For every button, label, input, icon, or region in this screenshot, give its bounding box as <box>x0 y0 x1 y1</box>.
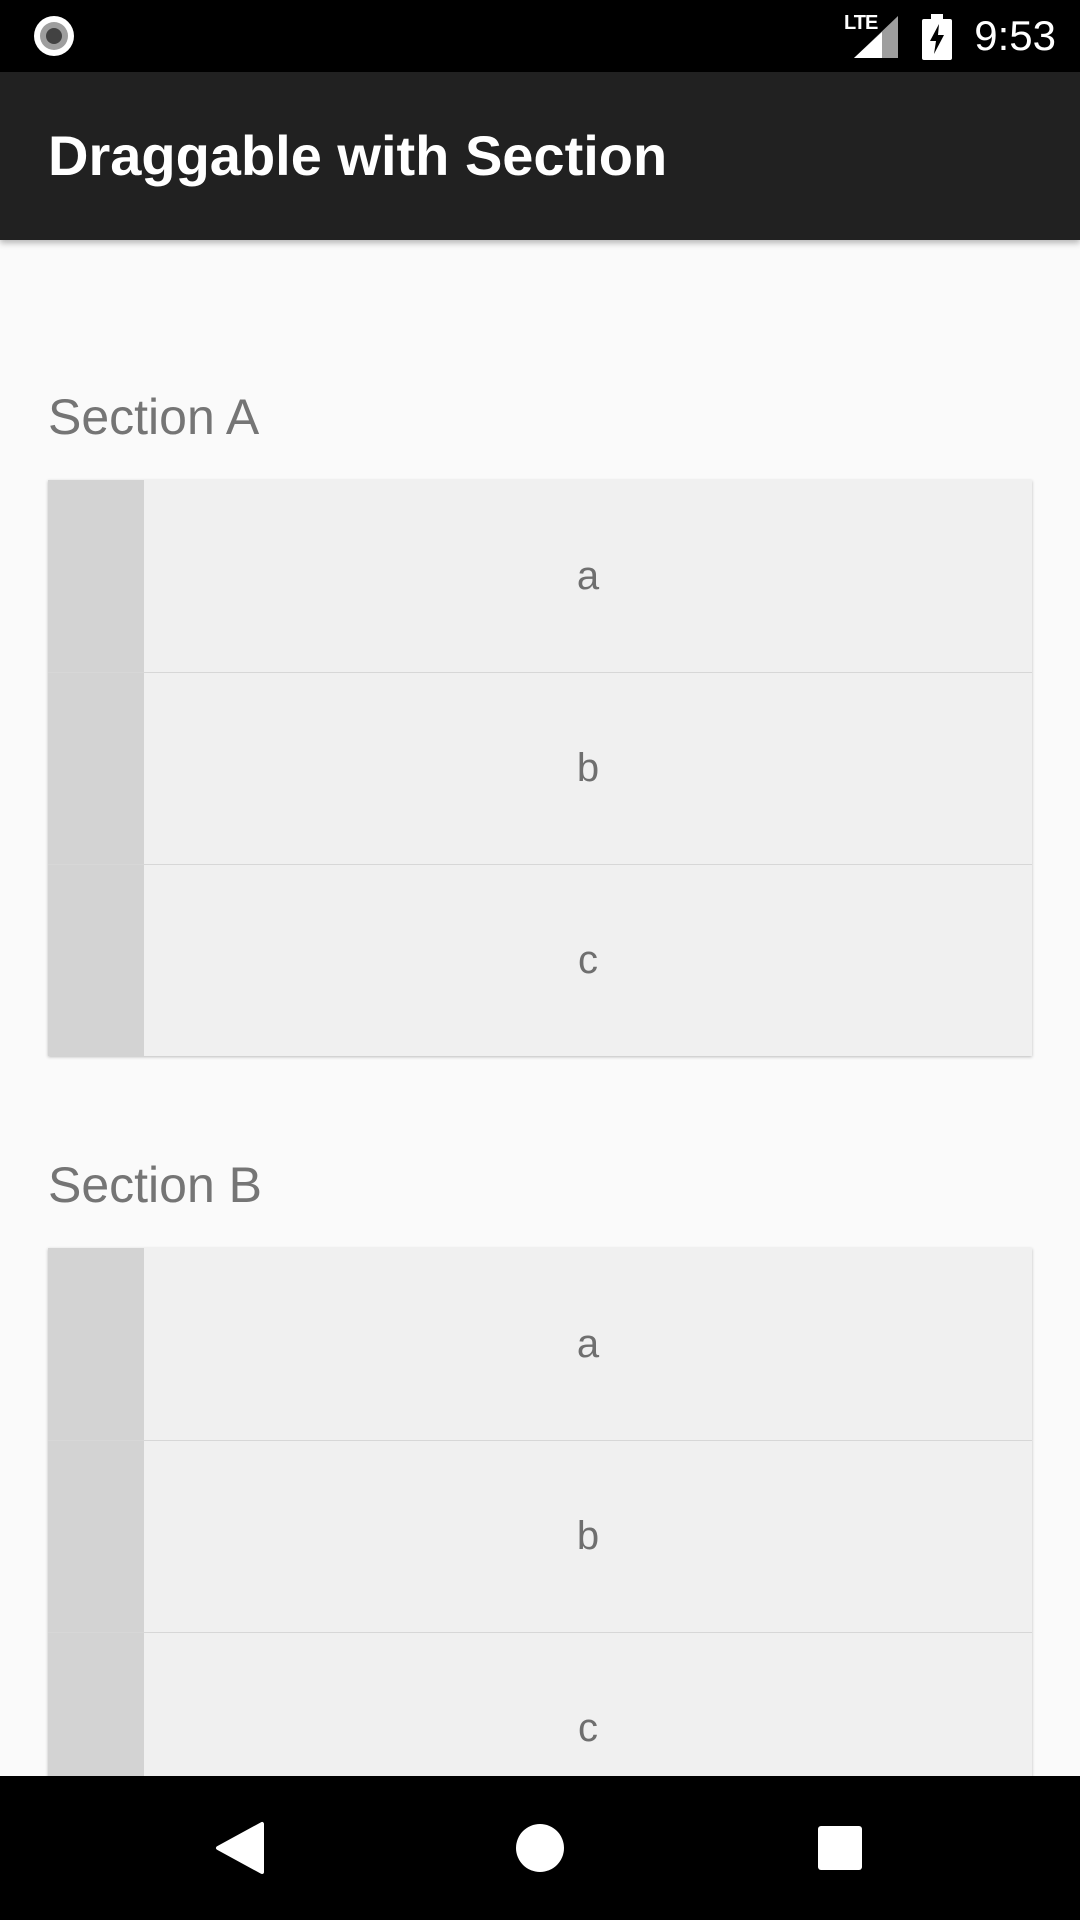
section-header-a: Section A <box>48 389 260 445</box>
navigation-bar <box>0 1776 1080 1920</box>
battery-charging-icon <box>922 14 952 60</box>
list-item[interactable]: a <box>48 1248 1032 1440</box>
section-a-list: a b c <box>48 480 1032 1056</box>
status-clock: 9:53 <box>974 12 1056 59</box>
section-b-list: a b c <box>48 1248 1032 1776</box>
content-list[interactable]: Section A a b c Section B a b c <box>0 240 1080 1776</box>
recents-icon[interactable] <box>804 1812 876 1884</box>
drag-handle[interactable] <box>48 1633 144 1776</box>
drag-handle[interactable] <box>48 1441 144 1632</box>
list-item-label: b <box>576 1514 600 1558</box>
app-bar: Draggable with Section <box>0 72 1080 240</box>
list-item-label: c <box>578 1706 598 1750</box>
home-icon[interactable] <box>504 1812 576 1884</box>
lte-signal-icon <box>854 16 898 58</box>
list-item[interactable]: c <box>48 1632 1032 1776</box>
list-item-label: c <box>578 938 598 982</box>
screen: LTE 9:53 Draggable with Section Section … <box>0 0 1080 1920</box>
list-item[interactable]: b <box>48 1440 1032 1632</box>
record-icon <box>34 16 74 56</box>
drag-handle[interactable] <box>48 480 144 672</box>
status-bar: LTE 9:53 <box>0 0 1080 72</box>
list-item[interactable]: a <box>48 480 1032 672</box>
section-header-b: Section B <box>48 1157 263 1213</box>
back-icon[interactable] <box>204 1812 276 1884</box>
list-item-label: b <box>576 746 600 790</box>
list-item[interactable]: c <box>48 864 1032 1056</box>
drag-handle[interactable] <box>48 673 144 864</box>
app-title: Draggable with Section <box>48 124 668 187</box>
drag-handle[interactable] <box>48 1248 144 1440</box>
drag-handle[interactable] <box>48 865 144 1056</box>
list-item-label: a <box>576 553 600 598</box>
list-item[interactable]: b <box>48 672 1032 864</box>
list-item-label: a <box>576 1321 600 1366</box>
